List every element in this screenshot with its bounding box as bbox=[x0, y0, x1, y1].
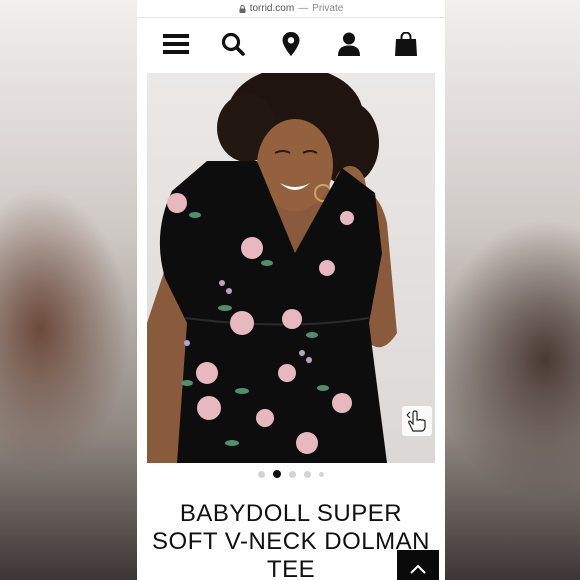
menu-button[interactable] bbox=[161, 29, 191, 59]
search-icon bbox=[222, 32, 246, 56]
carousel-dot[interactable] bbox=[258, 470, 265, 478]
carousel-dots bbox=[137, 470, 445, 478]
private-label: Private bbox=[312, 3, 344, 14]
location-pin-icon bbox=[282, 32, 300, 56]
carousel-dot[interactable] bbox=[289, 470, 296, 478]
model-photo bbox=[147, 73, 397, 463]
zoom-hint[interactable] bbox=[402, 406, 432, 436]
tap-zoom-icon bbox=[406, 410, 426, 432]
account-button[interactable] bbox=[334, 29, 364, 59]
product-image[interactable] bbox=[147, 73, 435, 463]
carousel-dot-active[interactable] bbox=[273, 470, 281, 478]
menu-icon bbox=[162, 34, 189, 54]
account-icon bbox=[337, 32, 360, 56]
back-to-top-button[interactable] bbox=[397, 550, 439, 580]
store-locator-button[interactable] bbox=[276, 29, 306, 59]
url-bar[interactable]: torrid.com — Private bbox=[137, 0, 445, 18]
shopping-bag-icon bbox=[395, 32, 418, 56]
url-separator: — bbox=[298, 3, 309, 14]
lock-icon bbox=[239, 4, 246, 13]
phone-screen: torrid.com — Private BABYDOLL SUPER SOFT… bbox=[137, 0, 445, 580]
carousel-dot[interactable] bbox=[304, 470, 311, 478]
url-domain: torrid.com bbox=[249, 3, 295, 14]
bag-button[interactable] bbox=[391, 29, 421, 59]
chevron-up-icon bbox=[410, 564, 426, 574]
search-button[interactable] bbox=[218, 29, 248, 59]
site-header bbox=[137, 18, 445, 70]
product-title-line: BABYDOLL SUPER bbox=[179, 500, 403, 527]
carousel-dot[interactable] bbox=[319, 471, 324, 477]
